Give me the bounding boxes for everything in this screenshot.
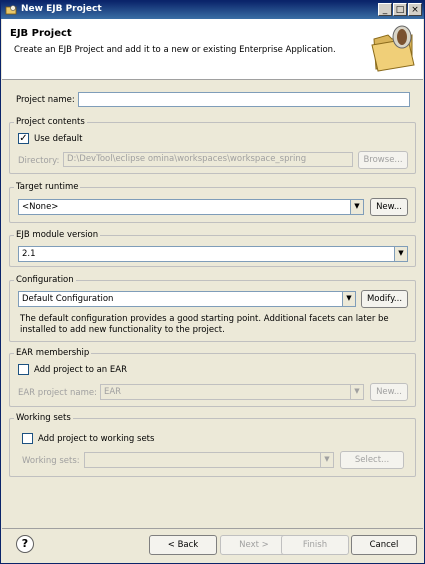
working-sets-field-label: Working sets:	[22, 456, 80, 466]
back-button[interactable]: < Back	[149, 535, 217, 555]
eclipse-icon	[5, 5, 17, 15]
add-to-ear-checkbox[interactable]	[18, 364, 29, 375]
page-description: Create an EJB Project and add it to a ne…	[14, 45, 336, 55]
project-name-input[interactable]	[78, 92, 410, 107]
page-title: EJB Project	[10, 28, 72, 39]
add-to-ear-label: Add project to an EAR	[34, 365, 127, 375]
title-bar[interactable]: New EJB Project _ □ ×	[1, 1, 424, 19]
cancel-button[interactable]: Cancel	[351, 535, 417, 555]
browse-button[interactable]: Browse...	[358, 151, 408, 169]
ear-membership-label: EAR membership	[14, 348, 92, 358]
working-sets-select[interactable]: ▼	[84, 452, 334, 468]
help-icon[interactable]: ?	[16, 535, 34, 553]
directory-input[interactable]: D:\DevTool\eclipse omina\workspaces\work…	[63, 152, 353, 167]
chevron-down-icon[interactable]: ▼	[394, 247, 407, 261]
target-runtime-value: <None>	[22, 202, 59, 212]
project-contents-label: Project contents	[14, 117, 87, 127]
configuration-description: The default configuration provides a goo…	[20, 314, 389, 335]
configuration-select[interactable]: Default Configuration ▼	[18, 291, 356, 307]
configuration-value: Default Configuration	[22, 294, 114, 304]
close-icon[interactable]: ×	[408, 3, 422, 16]
ejb-version-label: EJB module version	[14, 230, 101, 240]
chevron-down-icon[interactable]: ▼	[342, 292, 355, 306]
chevron-down-icon[interactable]: ▼	[350, 385, 363, 399]
select-working-sets-button[interactable]: Select...	[340, 451, 404, 469]
wizard-header: EJB Project Create an EJB Project and ad…	[2, 19, 423, 80]
new-ear-button[interactable]: New...	[370, 383, 408, 401]
add-to-working-sets-checkbox[interactable]	[22, 433, 33, 444]
new-ejb-project-dialog: New EJB Project _ □ × EJB Project Create…	[0, 0, 425, 564]
use-default-label: Use default	[34, 134, 83, 144]
folder-bean-icon	[371, 25, 415, 72]
new-runtime-button[interactable]: New...	[370, 198, 408, 216]
chevron-down-icon[interactable]: ▼	[350, 200, 363, 214]
target-runtime-label: Target runtime	[14, 182, 81, 192]
configuration-label: Configuration	[14, 275, 76, 285]
add-to-working-sets-label: Add project to working sets	[38, 434, 155, 444]
next-button[interactable]: Next >	[220, 535, 288, 555]
ear-project-value: EAR	[104, 387, 122, 397]
finish-button[interactable]: Finish	[281, 535, 349, 555]
ear-project-select[interactable]: EAR ▼	[100, 384, 364, 400]
use-default-checkbox[interactable]: ✓	[18, 133, 29, 144]
chevron-down-icon[interactable]: ▼	[320, 453, 333, 467]
ejb-version-select[interactable]: 2.1 ▼	[18, 246, 408, 262]
minimize-icon[interactable]: _	[378, 3, 392, 16]
modify-button[interactable]: Modify...	[361, 290, 408, 308]
working-sets-label: Working sets	[14, 413, 73, 423]
ear-project-name-label: EAR project name:	[18, 388, 97, 398]
project-name-label: Project name:	[16, 95, 75, 105]
window-title: New EJB Project	[21, 4, 102, 14]
target-runtime-select[interactable]: <None> ▼	[18, 199, 364, 215]
maximize-icon[interactable]: □	[393, 3, 407, 16]
footer-separator	[2, 528, 423, 529]
directory-label: Directory:	[18, 156, 60, 166]
ejb-version-value: 2.1	[22, 249, 36, 259]
